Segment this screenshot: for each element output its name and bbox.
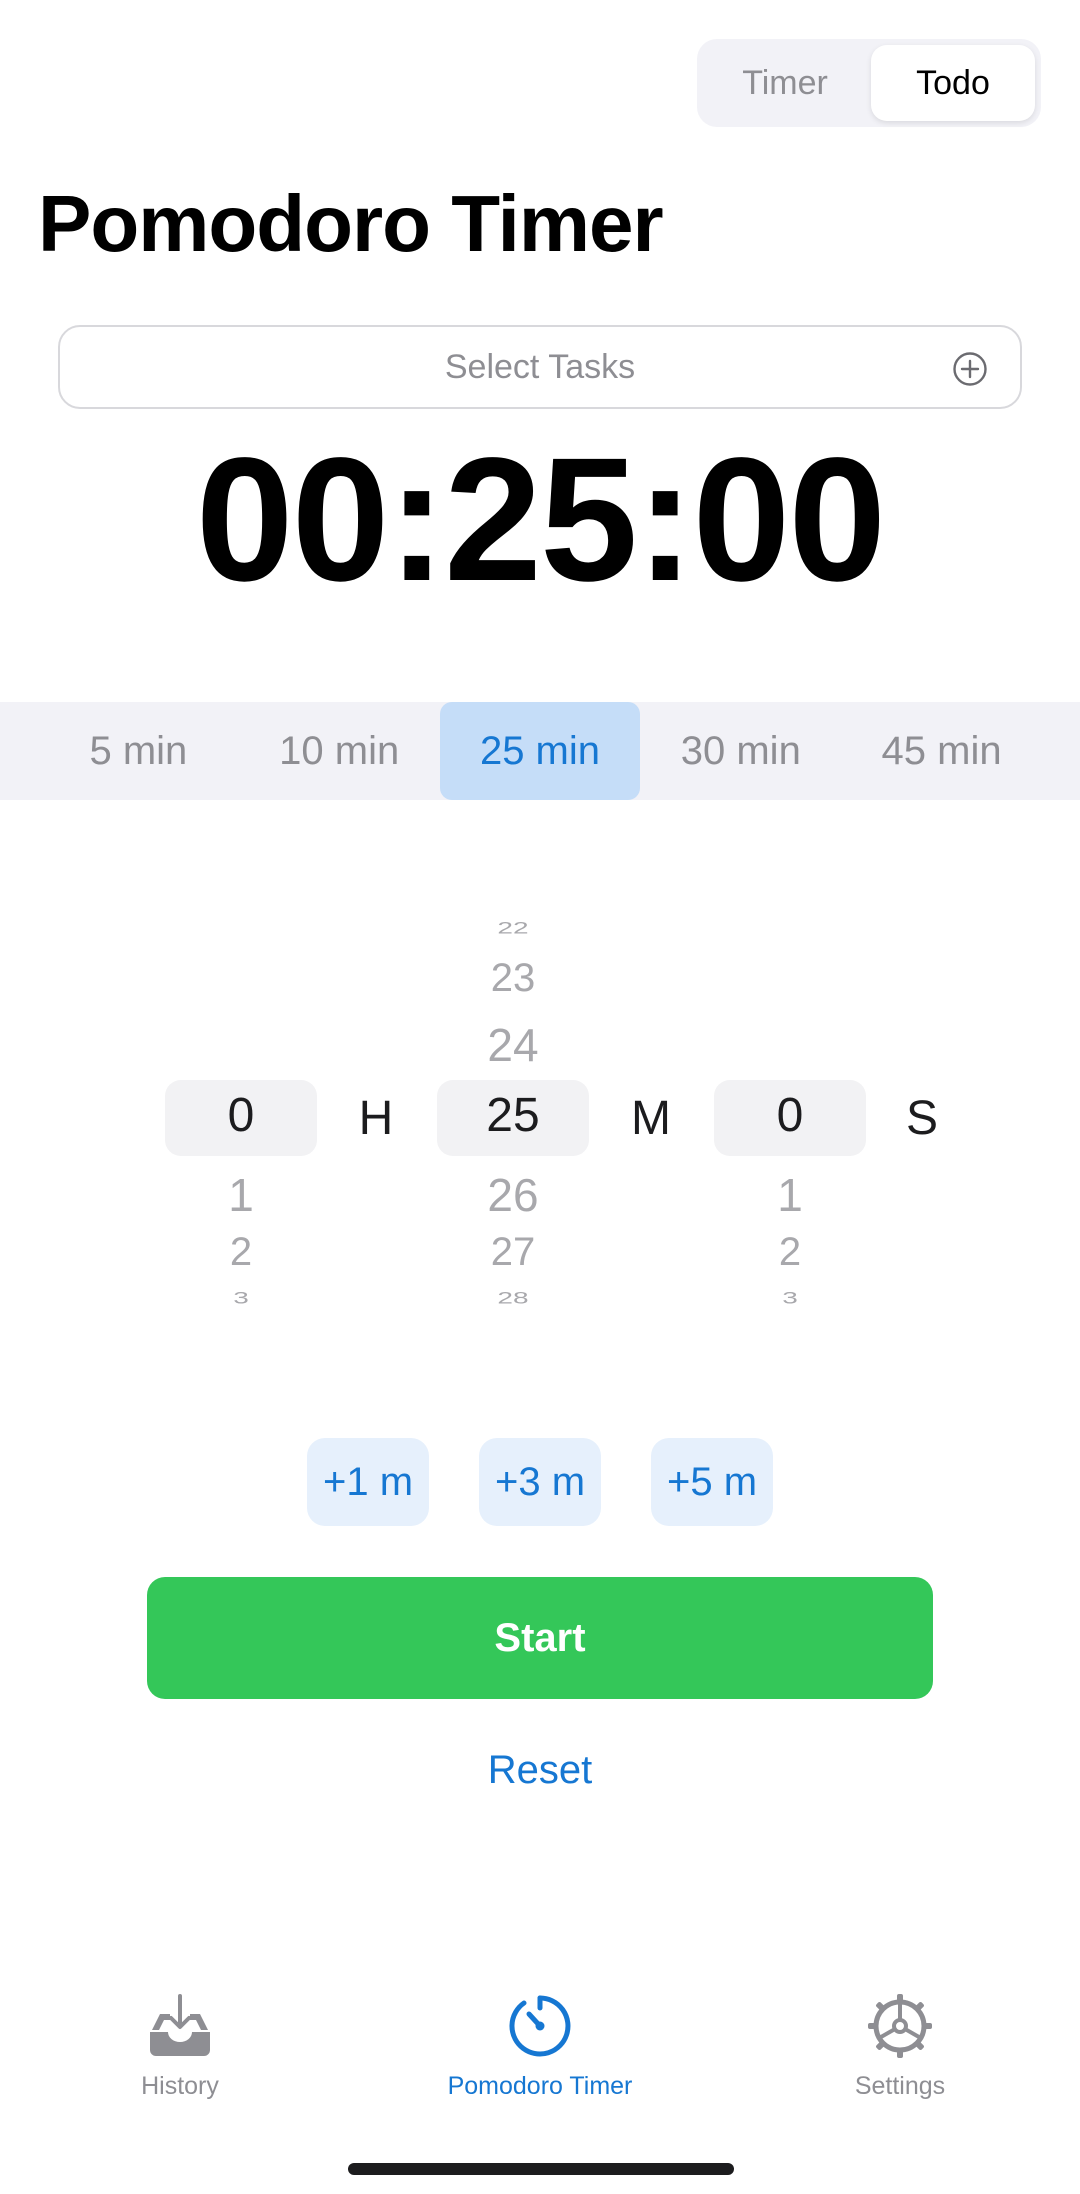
add-3-minutes-button[interactable]: +3 m [479,1438,601,1526]
hours-unit-label: H [358,1091,394,1145]
seconds-wheel[interactable]: 0 1 2 3 [714,890,866,1340]
seconds-below-2: 2 [778,1230,802,1274]
hours-wheel[interactable]: 0 1 2 3 [165,890,317,1340]
page-title: Pomodoro Timer [38,179,664,268]
select-tasks-label: Select Tasks [444,347,636,386]
timer-icon [509,1995,571,2057]
hours-below-2: 2 [229,1230,253,1274]
tab-history[interactable]: History [30,1990,330,2101]
preset-25-min[interactable]: 25 min [439,702,641,800]
minutes-below-2: 27 [490,1230,536,1274]
seconds-below-1: 1 [777,1169,803,1221]
duration-presets: 5 min 10 min 25 min 30 min 45 min [0,702,1080,800]
add-5-minutes-button[interactable]: +5 m [651,1438,773,1526]
tab-settings[interactable]: Settings [750,1990,1050,2101]
preset-5-min[interactable]: 5 min [38,702,239,800]
quick-add-buttons: +1 m +3 m +5 m [0,1438,1080,1526]
mode-segmented-control: Timer Todo [697,39,1041,127]
tab-settings-label: Settings [854,2072,946,2100]
preset-30-min[interactable]: 30 min [640,702,841,800]
minutes-unit-label: M [631,1091,671,1145]
preset-10-min[interactable]: 10 min [239,702,440,800]
start-button[interactable]: Start [147,1577,933,1699]
add-circle-icon[interactable] [952,351,988,387]
segment-timer[interactable]: Timer [703,45,867,121]
seconds-below-3: 3 [782,1288,798,1307]
preset-45-min[interactable]: 45 min [841,702,1042,800]
minutes-below-3: 28 [497,1288,529,1307]
reset-button[interactable]: Reset [0,1748,1080,1793]
app-screen: Timer Todo Pomodoro Timer Select Tasks 0… [0,0,1080,2194]
add-1-minute-button[interactable]: +1 m [307,1438,429,1526]
tab-history-label: History [141,2072,219,2100]
minutes-above-3: 22 [497,918,529,937]
minutes-above-2: 23 [490,956,536,1000]
tab-pomodoro-timer[interactable]: Pomodoro Timer [390,1990,690,2101]
minutes-wheel[interactable]: 22 23 24 25 26 27 28 [437,890,589,1340]
tab-pomodoro-timer-label: Pomodoro Timer [447,2072,633,2100]
select-tasks-field[interactable]: Select Tasks [58,325,1022,409]
hours-selected: 0 [227,1089,255,1142]
hours-below-3: 3 [233,1288,249,1307]
tray-download-icon [150,1994,210,2056]
minutes-selected: 25 [486,1089,540,1142]
seconds-selected: 0 [776,1089,804,1142]
segment-todo[interactable]: Todo [871,45,1035,121]
home-indicator [348,2163,734,2175]
hours-below-1: 1 [228,1169,254,1221]
time-picker: 0 1 2 3 H 22 23 24 25 26 27 28 M 0 1 2 3… [0,890,1080,1340]
tab-bar: History Pomodoro Timer Settings [0,1990,1080,2130]
minutes-above-1: 24 [487,1019,539,1071]
gear-icon [868,1994,932,2058]
minutes-below-1: 26 [487,1169,539,1221]
seconds-unit-label: S [905,1091,938,1145]
timer-display: 00:25:00 [195,422,887,618]
